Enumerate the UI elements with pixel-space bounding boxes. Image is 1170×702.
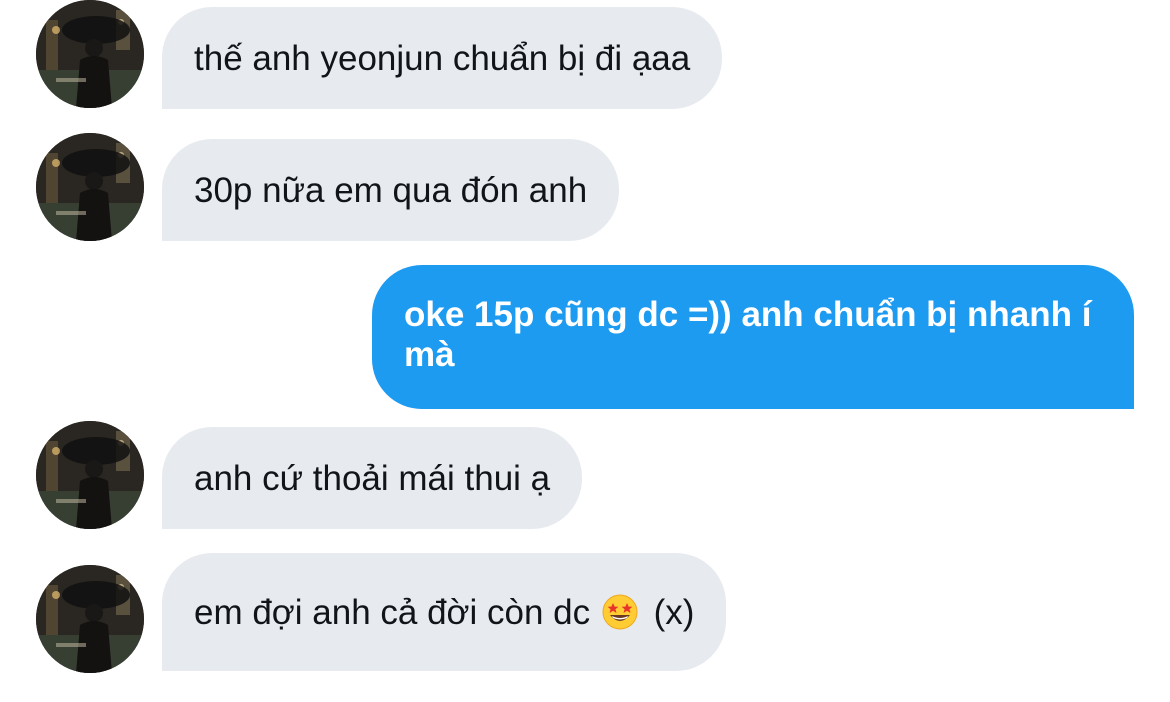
message-row-outgoing: oke 15p cũng dc =)) anh chuẩn bị nhanh í… xyxy=(0,262,1170,412)
message-text: em đợi anh cả đời còn dc xyxy=(194,593,591,632)
message-row-incoming: em đợi anh cả đời còn dc (x) xyxy=(0,550,1170,680)
message-row-incoming: anh cứ thoải mái thui ạ xyxy=(0,418,1170,538)
message-thread: thế anh yeonjun chuẩn bị đi ạaa 30p nữa … xyxy=(0,0,1170,702)
avatar[interactable] xyxy=(36,421,144,529)
message-row-incoming: 30p nữa em qua đón anh xyxy=(0,130,1170,250)
avatar-photo-icon xyxy=(36,133,144,241)
avatar-photo-icon xyxy=(36,0,144,108)
avatar-photo-icon xyxy=(36,421,144,529)
message-bubble[interactable]: thế anh yeonjun chuẩn bị đi ạaa xyxy=(162,7,723,109)
avatar[interactable] xyxy=(36,0,144,108)
star-struck-emoji-icon xyxy=(602,594,638,630)
message-bubble[interactable]: anh cứ thoải mái thui ạ xyxy=(162,427,583,529)
message-row-incoming: thế anh yeonjun chuẩn bị đi ạaa xyxy=(0,0,1170,120)
avatar[interactable] xyxy=(36,133,144,241)
message-bubble[interactable]: 30p nữa em qua đón anh xyxy=(162,139,620,241)
avatar-photo-icon xyxy=(36,565,144,673)
avatar[interactable] xyxy=(36,565,144,673)
message-bubble-outgoing[interactable]: oke 15p cũng dc =)) anh chuẩn bị nhanh í… xyxy=(372,265,1134,409)
message-bubble[interactable]: em đợi anh cả đời còn dc (x) xyxy=(162,553,727,671)
message-text: (x) xyxy=(653,593,695,632)
